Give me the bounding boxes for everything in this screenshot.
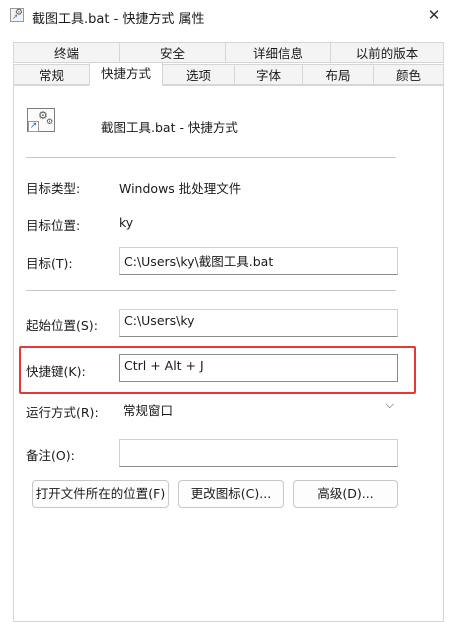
divider <box>26 157 396 158</box>
title-bar: ⚙ ↗ 截图工具.bat - 快捷方式 属性 ✕ <box>0 0 457 32</box>
tab-colors[interactable]: 颜色 <box>373 64 444 85</box>
tab-shortcut[interactable]: 快捷方式 <box>89 62 163 86</box>
tab-options[interactable]: 选项 <box>162 64 235 85</box>
shortcut-file-icon: ⚙ ↗ <box>10 8 24 22</box>
window-title: 截图工具.bat - 快捷方式 属性 <box>32 12 205 27</box>
run-select[interactable]: 常规窗口 ⌵ <box>119 397 398 421</box>
tab-layout[interactable]: 布局 <box>302 64 374 85</box>
advanced-button[interactable]: 高级(D)... <box>293 480 398 508</box>
target-location-value: ky <box>119 215 134 230</box>
start-in-label: 起始位置(S): <box>26 318 98 333</box>
target-location-label: 目标位置: <box>26 218 81 233</box>
run-select-value: 常规窗口 <box>123 403 174 418</box>
tab-details[interactable]: 详细信息 <box>225 42 331 63</box>
tab-terminal[interactable]: 终端 <box>13 42 120 63</box>
tab-general[interactable]: 常规 <box>13 64 90 85</box>
hotkey-input[interactable]: Ctrl + Alt + J <box>119 354 398 382</box>
run-label: 运行方式(R): <box>26 405 99 420</box>
batch-file-shortcut-icon: ⚙ ⚙ ↗ <box>27 108 57 134</box>
tab-security[interactable]: 安全 <box>119 42 226 63</box>
start-in-input[interactable]: C:\Users\ky <box>119 309 398 337</box>
target-input[interactable]: C:\Users\ky\截图工具.bat <box>119 247 398 275</box>
tab-previous-versions[interactable]: 以前的版本 <box>330 42 444 63</box>
divider <box>26 290 396 291</box>
change-icon-button[interactable]: 更改图标(C)... <box>178 480 284 508</box>
hotkey-label: 快捷键(K): <box>26 364 86 379</box>
close-button[interactable]: ✕ <box>411 0 457 32</box>
comment-input[interactable] <box>119 439 398 467</box>
target-type-value: Windows 批处理文件 <box>119 181 242 196</box>
open-file-location-button[interactable]: 打开文件所在的位置(F) <box>32 480 169 508</box>
target-type-label: 目标类型: <box>26 181 81 196</box>
shortcut-name: 截图工具.bat - 快捷方式 <box>101 120 238 135</box>
comment-label: 备注(O): <box>26 448 75 463</box>
tab-font[interactable]: 字体 <box>234 64 303 85</box>
chevron-down-icon: ⌵ <box>385 398 394 411</box>
target-label: 目标(T): <box>26 256 73 271</box>
